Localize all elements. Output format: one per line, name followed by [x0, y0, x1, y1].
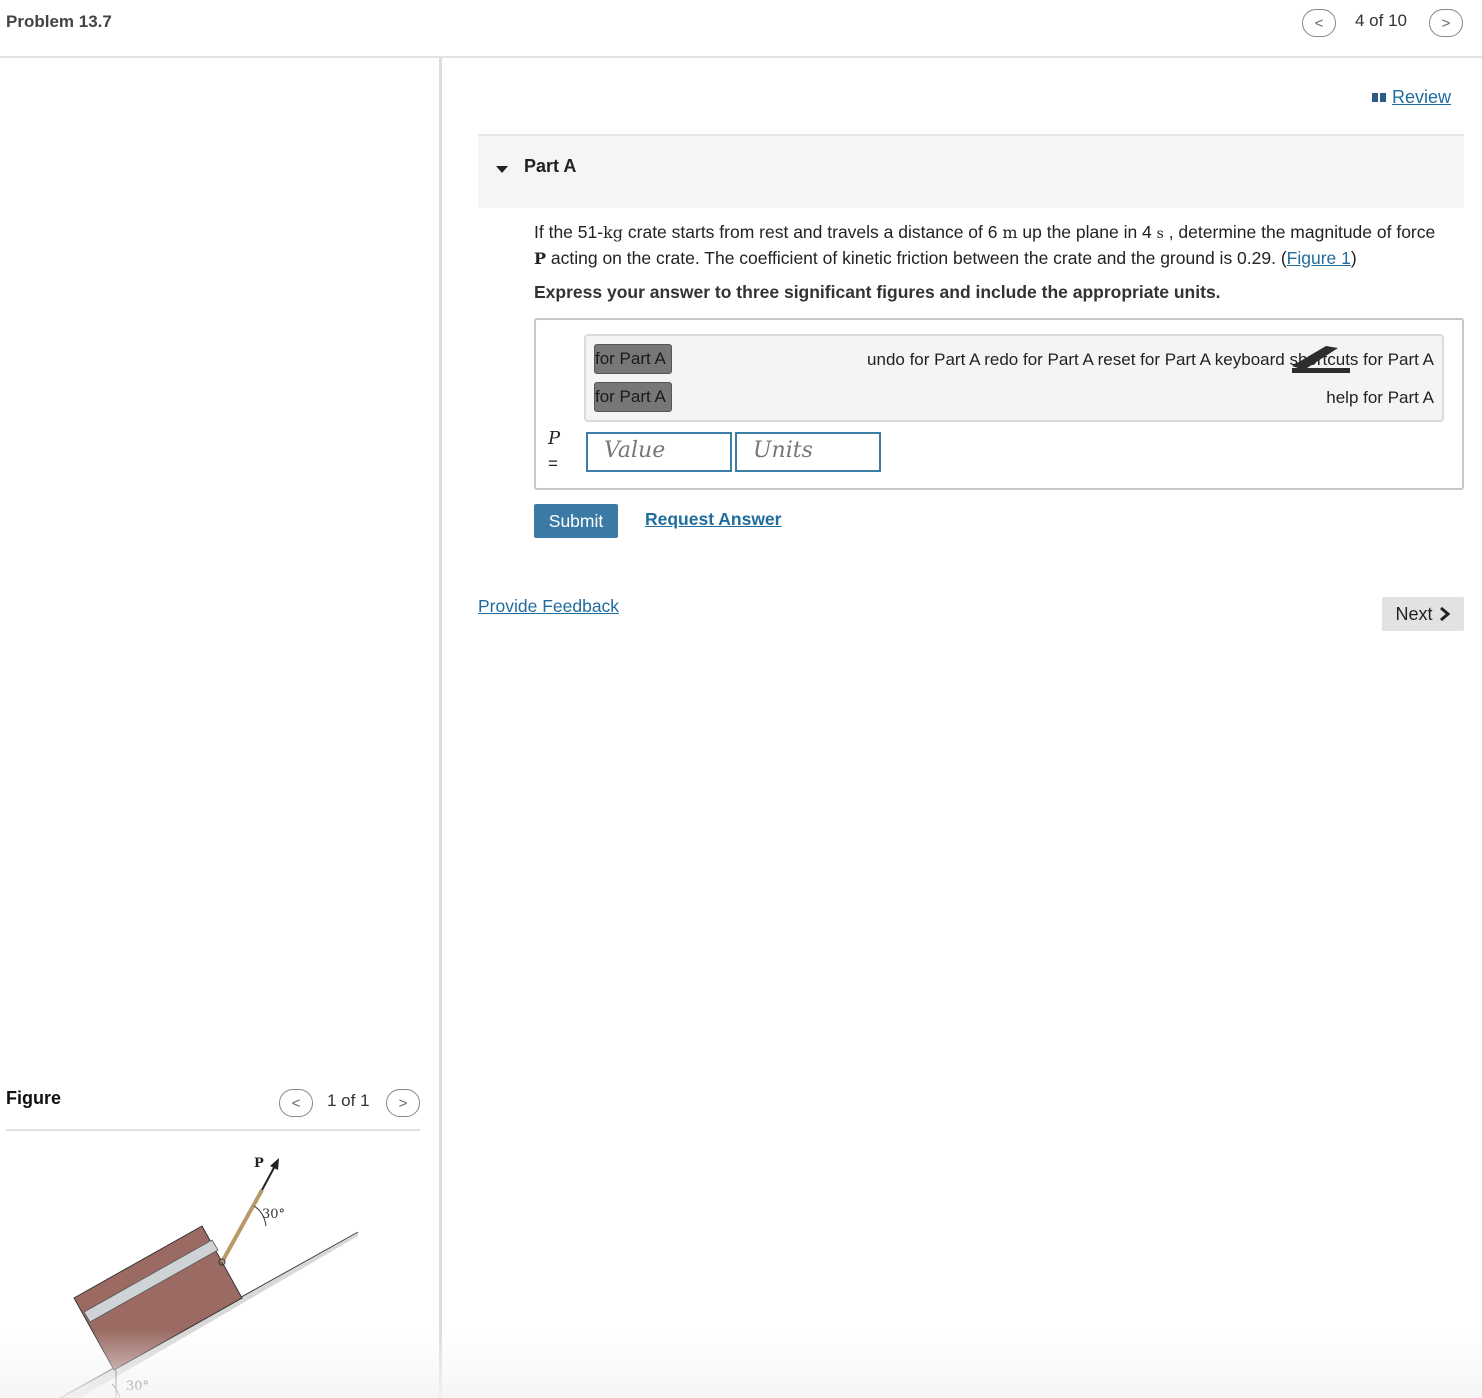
instruction-text: Express your answer to three significant…	[534, 282, 1221, 302]
crate-figure: P 30° 30°	[59, 1156, 359, 1398]
force-label: P	[254, 1156, 264, 1171]
question-segment: crate starts from rest and travels a dis…	[623, 222, 1003, 242]
question-segment: )	[1350, 248, 1357, 268]
rope	[220, 1189, 264, 1263]
question-segment: , determine the magnitude of force	[1163, 222, 1436, 242]
answer-variable-label: P	[548, 428, 561, 449]
next-figure-button[interactable]: >	[386, 1089, 420, 1117]
submit-button[interactable]: Submit	[534, 504, 618, 538]
next-problem-button[interactable]: >	[1429, 9, 1463, 37]
top-bar: Problem 13.7 < 4 of 10 >	[0, 0, 1482, 58]
answer-box: for Part A for Part A undo for Part A re…	[534, 318, 1464, 490]
problem-pager: 4 of 10	[1355, 11, 1407, 30]
symbols-button[interactable]: for Part A	[594, 382, 672, 412]
rope-angle-label: 30°	[262, 1207, 285, 1222]
units-input[interactable]: Units	[735, 432, 881, 472]
review-link[interactable]: Review	[1372, 87, 1451, 108]
figure-title: Figure	[6, 1088, 62, 1108]
arrow-head-icon	[270, 1158, 279, 1170]
math-toolbar: for Part A for Part A undo for Part A re…	[584, 334, 1444, 422]
question-segment: acting on the crate. The coefficient of …	[546, 248, 1287, 268]
chevron-right-icon	[1439, 606, 1450, 622]
next-label: Next	[1395, 603, 1433, 624]
book-icon	[1372, 93, 1386, 102]
problem-title: Problem 13.7	[6, 12, 112, 31]
request-answer-link[interactable]: Request Answer	[645, 509, 781, 530]
help-button[interactable]: help for Part A	[1326, 388, 1434, 408]
chevron-left-icon: <	[291, 1094, 301, 1112]
unit-kg: kg	[603, 223, 624, 242]
part-a-header[interactable]: Part A	[478, 134, 1464, 208]
force-symbol: P	[534, 249, 547, 268]
equals-label: =	[548, 454, 558, 473]
value-input[interactable]: Value	[586, 432, 732, 472]
next-button[interactable]: Next	[1382, 597, 1464, 631]
plane-angle-label: 30°	[126, 1379, 149, 1394]
templates-button[interactable]: for Part A	[594, 344, 672, 374]
unit-s: s	[1156, 226, 1164, 242]
figure-1-link[interactable]: Figure 1	[1287, 248, 1351, 268]
unit-m: m	[1002, 223, 1018, 242]
caret-down-icon	[496, 166, 508, 173]
symbols-button-label: for Part A	[595, 387, 666, 406]
provide-feedback-link[interactable]: Provide Feedback	[478, 596, 619, 617]
figure-pager: 1 of 1	[327, 1091, 370, 1110]
pane-divider[interactable]	[439, 58, 442, 1398]
chevron-left-icon: <	[1314, 14, 1324, 32]
prev-problem-button[interactable]: <	[1302, 9, 1336, 37]
pen-icon[interactable]	[1286, 340, 1352, 374]
chevron-right-icon: >	[1441, 14, 1451, 32]
templates-button-label: for Part A	[595, 349, 666, 368]
question-segment: up the plane in 4	[1017, 222, 1157, 242]
chevron-right-icon: >	[398, 1094, 408, 1112]
question-text: If the 51-kg crate starts from rest and …	[534, 220, 1470, 271]
question-segment: If the 51-	[534, 222, 604, 242]
review-label: Review	[1392, 87, 1452, 107]
part-title: Part A	[524, 156, 577, 176]
prev-figure-button[interactable]: <	[279, 1089, 313, 1117]
figure-rule	[6, 1129, 420, 1131]
